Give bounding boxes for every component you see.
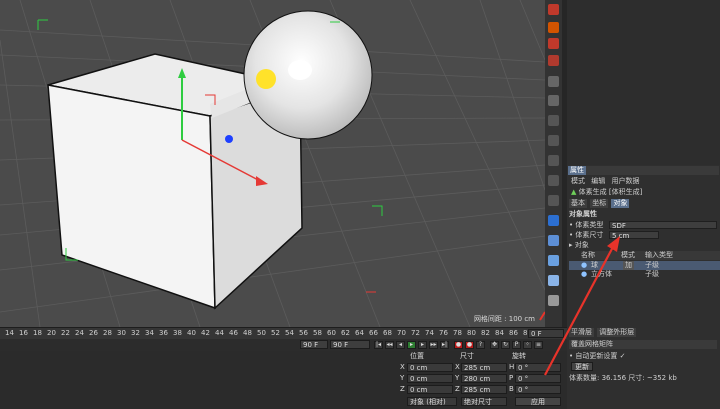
size-x-field[interactable]: 285 cm xyxy=(461,363,507,372)
move-icon[interactable] xyxy=(548,195,559,206)
end-frame-field-a[interactable]: 90 F xyxy=(300,340,328,349)
prev-key-icon[interactable]: ◂◂ xyxy=(385,341,394,349)
play-icon[interactable]: ▸ xyxy=(407,341,416,349)
position-header: 位置 xyxy=(410,352,424,360)
scale-key-icon[interactable]: P xyxy=(512,341,521,349)
next-key-icon[interactable]: ▸▸ xyxy=(429,341,438,349)
menu-user-data[interactable]: 用户数据 xyxy=(611,177,639,185)
cube-tool-icon[interactable] xyxy=(548,4,559,15)
current-frame-field[interactable]: 0 F xyxy=(528,329,564,338)
checkbox-checked-icon[interactable]: ✓ xyxy=(617,352,626,360)
position-y-field[interactable]: 0 cm xyxy=(407,374,453,383)
rotation-b-field[interactable]: 0 ° xyxy=(515,385,561,394)
nurbs-tool-icon[interactable] xyxy=(548,38,559,49)
rotation-h-field[interactable]: 0 ° xyxy=(515,363,561,372)
col-mode: 模式 xyxy=(621,251,635,259)
menu-edit[interactable]: 编辑 xyxy=(591,177,605,185)
voxel-type-label: 体素类型 xyxy=(575,221,604,229)
volume-object-icon: ▲ xyxy=(571,188,577,196)
rotate-key-icon[interactable]: ↻ xyxy=(501,341,510,349)
record-icon[interactable]: ● xyxy=(454,341,463,349)
sphere-object[interactable] xyxy=(243,10,373,140)
col-input-type: 输入类型 xyxy=(645,251,673,259)
auto-key-icon[interactable]: ● xyxy=(465,341,474,349)
attribute-manager: 属性 模式 编辑 用户数据 ▲ 体素生成 [体积生成] 基本 坐标 对象 对象属… xyxy=(567,165,720,327)
table-row[interactable]: ● 球 加 子级 xyxy=(569,261,720,270)
menu-mode[interactable]: 模式 xyxy=(571,177,585,185)
sphere-icon[interactable] xyxy=(548,255,559,266)
viewport-scene xyxy=(0,0,545,327)
prev-frame-icon[interactable]: ◂ xyxy=(396,341,405,349)
size-y-field[interactable]: 280 cm xyxy=(461,374,507,383)
goto-end-icon[interactable]: ▸| xyxy=(440,341,449,349)
object-manager[interactable] xyxy=(567,0,720,165)
object-title: 体素生成 [体积生成] xyxy=(578,188,643,196)
volume-mesher-icon[interactable] xyxy=(548,235,559,246)
filter-row[interactable]: 覆盖网格矩阵 xyxy=(569,340,717,349)
tab-smooth-layer[interactable]: 平滑层 xyxy=(569,328,594,337)
deformer-icon[interactable] xyxy=(548,76,559,87)
cinema4d-window: 网格间距 : 100 cm 属性 模式 编辑 用户数据 ▲ 体素生成 [体积生成… xyxy=(0,0,720,409)
voxel-size-label: 体素尺寸 xyxy=(575,231,604,239)
size-header: 尺寸 xyxy=(460,352,474,360)
col-name: 名称 xyxy=(581,251,595,259)
position-x-field[interactable]: 0 cm xyxy=(407,363,453,372)
viewport[interactable]: 网格间距 : 100 cm xyxy=(0,0,545,327)
coordinate-mode-select[interactable]: 对象 (相对) xyxy=(407,397,457,406)
voxel-size-field[interactable]: 5 cm xyxy=(609,231,659,240)
update-button[interactable]: 更新 xyxy=(571,362,593,371)
next-frame-icon[interactable]: ▸ xyxy=(418,341,427,349)
sphere-small-icon: ● xyxy=(581,261,588,269)
key-icon[interactable]: ? xyxy=(476,341,485,349)
object-list-header: 名称 模式 输入类型 xyxy=(581,251,720,260)
rotation-p-field[interactable]: 0 ° xyxy=(515,374,561,383)
spline-tool-icon[interactable] xyxy=(548,22,559,33)
tab-object[interactable]: 对象 xyxy=(611,199,630,208)
camera-icon[interactable] xyxy=(548,115,559,126)
size-z-field[interactable]: 285 cm xyxy=(461,385,507,394)
layer-panel: 平滑层 调整外形层 覆盖网格矩阵 • 自动更新设置 ✓ 更新 体素数量: 36.… xyxy=(567,327,720,409)
size-mode-select[interactable]: 绝对尺寸 xyxy=(461,397,507,406)
voxel-stats: 体素数量: 36.156 尺寸: ~352 kb xyxy=(569,374,677,382)
tag-icon[interactable] xyxy=(548,155,559,166)
transport-bar: 90 F 90 F |◂ ◂◂ ◂ ▸ ▸ ▸▸ ▸| ● ● ? ✥ ↻ P … xyxy=(0,339,567,351)
attribute-tabs: 基本 坐标 对象 xyxy=(569,199,630,208)
render-icon[interactable] xyxy=(548,275,559,286)
timeline-menu-icon[interactable]: ≡ xyxy=(534,341,543,349)
objects-label: 对象 xyxy=(574,241,589,249)
position-z-field[interactable]: 0 cm xyxy=(407,385,453,394)
scene-icon[interactable] xyxy=(548,95,559,106)
tab-basic[interactable]: 基本 xyxy=(569,199,587,208)
grid-spacing-label: 网格间距 : 100 cm xyxy=(473,315,535,323)
auto-update-label: 自动更新设置 xyxy=(575,352,618,360)
point-key-icon[interactable]: ⁘ xyxy=(523,341,532,349)
attribute-menu: 模式 编辑 用户数据 xyxy=(571,177,639,186)
move-key-icon[interactable]: ✥ xyxy=(490,341,499,349)
layer-icon[interactable] xyxy=(548,175,559,186)
end-frame-field-b[interactable]: 90 F xyxy=(330,340,370,349)
voxel-type-select[interactable]: SDF xyxy=(609,221,717,230)
tab-reshape-layer[interactable]: 调整外形层 xyxy=(597,328,637,337)
volume-icon[interactable] xyxy=(548,215,559,226)
settings-icon[interactable] xyxy=(548,295,559,306)
cube-small-icon: ● xyxy=(581,270,588,278)
section-title: 对象属性 xyxy=(569,210,597,218)
light-icon[interactable] xyxy=(548,135,559,146)
coordinate-manager: 位置 尺寸 旋转 X 0 cm X 285 cm H 0 ° Y 0 cm Y … xyxy=(0,351,567,409)
tab-coord[interactable]: 坐标 xyxy=(590,199,609,208)
rotation-header: 旋转 xyxy=(512,352,526,360)
apply-button[interactable]: 应用 xyxy=(515,397,561,406)
selection-handle[interactable] xyxy=(256,69,276,89)
tab-attributes[interactable]: 属性 xyxy=(568,166,586,175)
table-row[interactable]: ● 立方体 子级 xyxy=(569,270,720,279)
object-toolbar xyxy=(545,0,562,327)
timeline-ruler[interactable]: 14 16 18 20 22 24 26 28 30 32 34 36 38 4… xyxy=(0,327,567,339)
array-tool-icon[interactable] xyxy=(548,55,559,66)
goto-start-icon[interactable]: |◂ xyxy=(374,341,383,349)
